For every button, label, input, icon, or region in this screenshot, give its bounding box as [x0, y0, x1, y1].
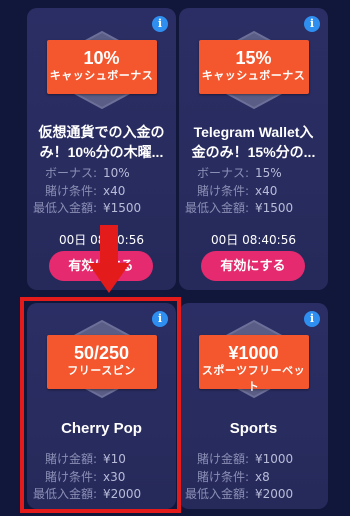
bonus-details: ボーナス: 10% 賭け条件: x40 最低入金額: ¥1500	[32, 166, 142, 215]
bonus-badge: 10% キャッシュボーナス	[27, 30, 176, 110]
bonus-type: スポーツフリーベット	[201, 364, 306, 393]
bonus-amount: ¥1000	[228, 343, 279, 363]
bonus-type: キャッシュボーナス	[201, 69, 306, 82]
bonus-title: Sports	[229, 420, 278, 437]
bonus-details: ボーナス: 15% 賭け条件: x40 最低入金額: ¥1500	[184, 166, 294, 215]
bonus-card-telegram[interactable]: i 15% キャッシュボーナス Telegram Wallet入 金のみ！15%…	[179, 8, 328, 290]
bonus-title: 仮想通貨での入金の み！10%分の木曜...	[38, 124, 165, 160]
bonus-title: Telegram Wallet入 金のみ！15%分の...	[191, 124, 316, 160]
arrow-down-icon	[88, 225, 130, 293]
bonus-badge: 15% キャッシュボーナス	[179, 30, 328, 110]
bonus-badge: ¥1000 スポーツフリーベット	[179, 319, 328, 399]
countdown-timer: 00日 08:40:56	[211, 233, 296, 247]
bonus-amount: 15%	[235, 48, 272, 68]
bonus-amount: 10%	[83, 48, 120, 68]
bonus-details: 賭け金額: ¥1000 賭け条件: x8 最低入金額: ¥2000	[184, 452, 294, 501]
bonus-type: キャッシュボーナス	[49, 69, 154, 82]
activate-button[interactable]: 有効にする	[201, 251, 305, 281]
highlight-box	[20, 297, 181, 513]
bonus-card-sports[interactable]: i ¥1000 スポーツフリーベット Sports 賭け金額: ¥1000 賭け条…	[179, 303, 328, 509]
